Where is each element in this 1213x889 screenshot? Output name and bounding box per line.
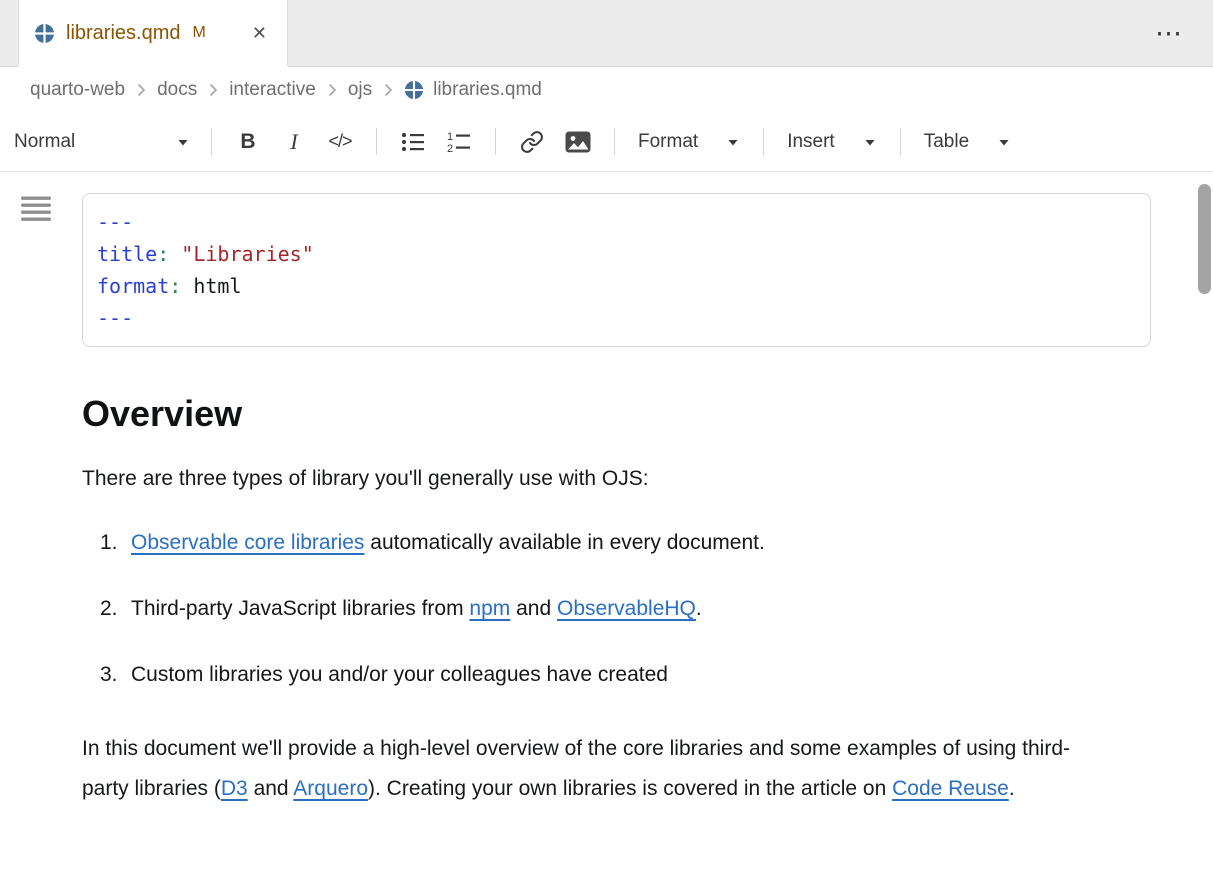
text-segment: and — [248, 777, 294, 800]
block-drag-handle[interactable] — [21, 196, 51, 222]
yaml-line: --- — [97, 302, 1136, 334]
paragraph-style-dropdown[interactable]: Normal — [12, 122, 198, 162]
text-segment: . — [696, 597, 702, 620]
chevron-right-icon — [323, 81, 341, 99]
breadcrumb-item-ojs[interactable]: ojs — [348, 79, 372, 101]
code-icon: </> — [328, 131, 351, 152]
breadcrumb-item-docs[interactable]: docs — [157, 79, 197, 101]
intro-paragraph[interactable]: There are three types of library you'll … — [82, 459, 1092, 499]
yaml-line: --- — [97, 206, 1136, 238]
list-number: 3. — [82, 655, 131, 695]
tab-title: libraries.qmd — [66, 22, 180, 45]
toolbar-separator — [900, 128, 901, 155]
close-icon[interactable]: ✕ — [252, 24, 267, 42]
yaml-line: format: html — [97, 270, 1136, 302]
chevron-right-icon — [379, 81, 397, 99]
insert-menu-label: Insert — [787, 131, 835, 153]
more-actions-button[interactable]: ⋯ — [1125, 0, 1213, 66]
toolbar-separator — [495, 128, 496, 155]
editor-canvas[interactable]: --- title:"Libraries" format:html --- Ov… — [0, 172, 1213, 889]
breadcrumb-item-interactive[interactable]: interactive — [229, 79, 316, 101]
toolbar-separator — [376, 128, 377, 155]
bullet-list-button[interactable] — [390, 122, 436, 162]
tab-libraries-qmd[interactable]: libraries.qmd M ✕ — [18, 0, 288, 66]
chevron-down-icon — [176, 136, 190, 148]
list-item[interactable]: 3.Custom libraries you and/or your colle… — [82, 655, 1151, 695]
svg-text:2: 2 — [447, 143, 453, 154]
quarto-icon — [34, 23, 55, 44]
toolbar-separator — [614, 128, 615, 155]
chevron-down-icon — [863, 136, 877, 148]
inline-code-button[interactable]: </> — [317, 122, 363, 162]
document-body: --- title:"Libraries" format:html --- Ov… — [0, 172, 1213, 809]
italic-button[interactable]: I — [271, 122, 317, 162]
numbered-list-icon: 1 2 — [446, 130, 472, 154]
yaml-colon: : — [169, 274, 181, 298]
link-observablehq[interactable]: ObservableHQ — [557, 597, 696, 620]
editor-toolbar: Normal B I </> 1 2 — [0, 112, 1213, 172]
list-item[interactable]: 2.Third-party JavaScript libraries from … — [82, 589, 1151, 629]
insert-link-button[interactable] — [509, 122, 555, 162]
numbered-list-button[interactable]: 1 2 — [436, 122, 482, 162]
text-segment: Third-party JavaScript libraries from — [131, 597, 469, 620]
paragraph-style-label: Normal — [14, 131, 75, 153]
list-number: 2. — [82, 589, 131, 629]
list-item[interactable]: 1.Observable core libraries automaticall… — [82, 523, 1151, 563]
svg-text:1: 1 — [447, 131, 453, 143]
quarto-icon — [404, 80, 424, 100]
text-segment: Custom libraries you and/or your colleag… — [131, 663, 668, 686]
format-menu[interactable]: Format — [628, 122, 750, 162]
bold-button[interactable]: B — [225, 122, 271, 162]
link-arquero[interactable]: Arquero — [293, 777, 368, 800]
image-icon — [565, 131, 591, 153]
list-number: 1. — [82, 523, 131, 563]
yaml-front-matter[interactable]: --- title:"Libraries" format:html --- — [82, 193, 1151, 347]
link-observable-core-libraries[interactable]: Observable core libraries — [131, 531, 364, 554]
chevron-down-icon — [997, 136, 1011, 148]
toolbar-separator — [763, 128, 764, 155]
link-code-reuse[interactable]: Code Reuse — [892, 777, 1009, 800]
tab-bar: libraries.qmd M ✕ ⋯ — [0, 0, 1213, 67]
table-menu[interactable]: Table — [914, 122, 1021, 162]
breadcrumb: quarto-web docs interactive ojs librarie… — [0, 67, 1213, 112]
text-segment: and — [510, 597, 557, 620]
numbered-list: 1.Observable core libraries automaticall… — [82, 523, 1151, 695]
insert-menu[interactable]: Insert — [777, 122, 887, 162]
text-segment: automatically available in every documen… — [364, 531, 764, 554]
yaml-key-format: format — [97, 274, 169, 298]
text-segment: . — [1009, 777, 1015, 800]
link-icon — [520, 130, 544, 154]
table-menu-label: Table — [924, 131, 969, 153]
bullet-list-icon — [400, 130, 426, 154]
link-d3[interactable]: D3 — [221, 777, 248, 800]
breadcrumb-item-libraries-qmd[interactable]: libraries.qmd — [433, 79, 542, 101]
yaml-line: title: "Libraries" — [97, 238, 1136, 270]
bold-icon: B — [240, 130, 255, 154]
yaml-key-title: title — [97, 242, 157, 266]
italic-icon: I — [290, 129, 297, 155]
yaml-delimiter: --- — [97, 210, 133, 234]
link-npm[interactable]: npm — [469, 597, 510, 620]
format-menu-label: Format — [638, 131, 698, 153]
chevron-down-icon — [726, 136, 740, 148]
chevron-right-icon — [132, 81, 150, 99]
tab-bar-spacer — [288, 0, 1125, 66]
text-segment: ). Creating your own libraries is covere… — [368, 777, 892, 800]
yaml-delimiter: --- — [97, 306, 133, 330]
ellipsis-icon: ⋯ — [1155, 18, 1183, 49]
yaml-colon: : — [157, 242, 169, 266]
scrollbar-thumb[interactable] — [1198, 184, 1211, 294]
insert-image-button[interactable] — [555, 122, 601, 162]
yaml-value-format: html — [193, 274, 241, 298]
heading-overview[interactable]: Overview — [82, 393, 1151, 435]
vertical-scrollbar[interactable] — [1198, 178, 1211, 883]
toolbar-separator — [211, 128, 212, 155]
yaml-value-title: "Libraries" — [181, 242, 313, 266]
chevron-right-icon — [204, 81, 222, 99]
git-modified-badge: M — [192, 24, 205, 42]
closing-paragraph[interactable]: In this document we'll provide a high-le… — [82, 729, 1092, 809]
breadcrumb-item-quarto-web[interactable]: quarto-web — [30, 79, 125, 101]
